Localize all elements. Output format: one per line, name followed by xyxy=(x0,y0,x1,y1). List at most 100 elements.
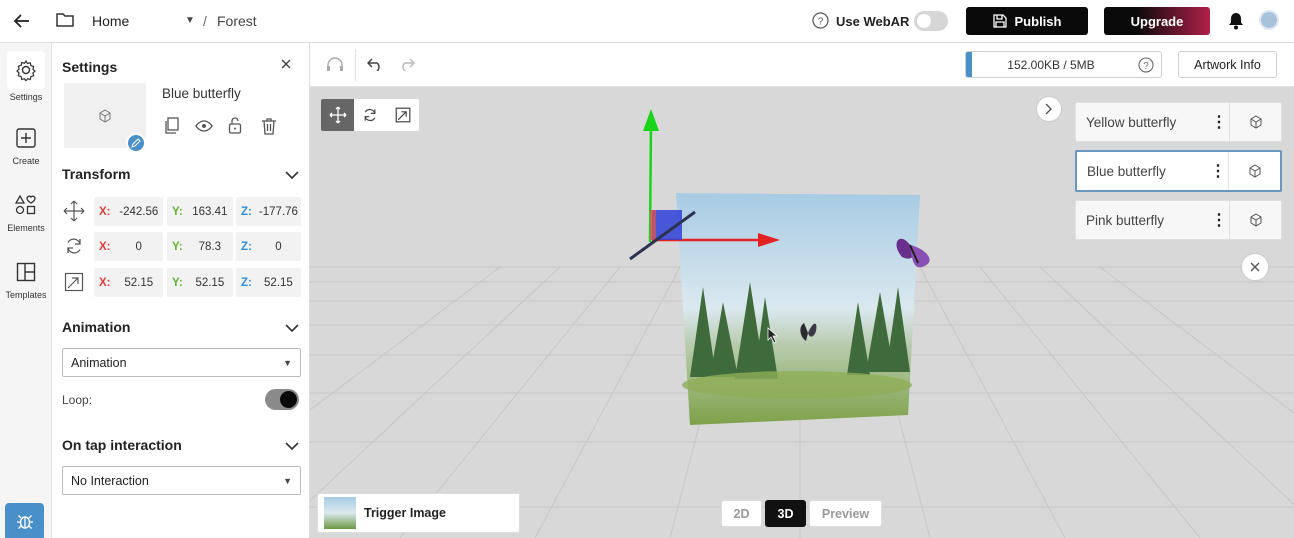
shapes-icon xyxy=(0,194,52,216)
home-link[interactable]: Home xyxy=(92,13,129,29)
move-icon xyxy=(63,200,85,227)
chevron-down-icon[interactable] xyxy=(285,167,299,185)
move-icon xyxy=(329,106,346,124)
scale-x-value: 52.15 xyxy=(124,276,154,289)
upgrade-label: Upgrade xyxy=(1130,13,1184,29)
scale-icon xyxy=(395,107,410,123)
scale-y-value: 52.15 xyxy=(195,276,225,289)
scale-z-value: 52.15 xyxy=(264,276,293,289)
edit-pencil-icon[interactable] xyxy=(126,133,146,153)
position-z-value: -177.76 xyxy=(258,205,298,218)
scale-x-field[interactable]: X: 52.15 xyxy=(94,268,163,297)
rotation-z-field[interactable]: Z: 0 xyxy=(236,232,301,261)
help-icon[interactable]: ? xyxy=(1138,57,1154,77)
cube-icon[interactable] xyxy=(1229,201,1281,239)
chevron-down-icon[interactable] xyxy=(285,320,299,338)
object-thumbnail[interactable] xyxy=(64,83,146,153)
more-vertical-icon[interactable]: ⋮ xyxy=(1208,161,1228,181)
rotate-tool-button[interactable] xyxy=(354,99,386,131)
chevron-right-icon[interactable] xyxy=(1036,96,1062,122)
preview-button[interactable]: Preview xyxy=(809,500,882,527)
mode-2d-button[interactable]: 2D xyxy=(721,500,762,527)
gear-icon xyxy=(7,51,45,89)
undo-icon[interactable] xyxy=(366,57,383,76)
transform-title: Transform xyxy=(62,166,131,182)
more-vertical-icon[interactable]: ⋮ xyxy=(1209,112,1229,132)
axis-y-label: Y: xyxy=(172,205,183,218)
publish-button[interactable]: Publish xyxy=(966,7,1088,35)
axis-y-label: Y: xyxy=(172,276,183,289)
svg-text:?: ? xyxy=(818,17,824,28)
back-arrow-icon[interactable] xyxy=(12,11,32,31)
scale-tool-button[interactable] xyxy=(386,99,419,131)
artwork-info-button[interactable]: Artwork Info xyxy=(1178,51,1277,78)
scene-object-pink-butterfly[interactable]: Pink butterfly ⋮ xyxy=(1075,200,1282,240)
storage-meter: 152.00KB / 5MB ? xyxy=(965,51,1162,78)
trash-icon[interactable] xyxy=(261,117,277,140)
project-name[interactable]: Forest xyxy=(217,13,257,29)
bug-icon[interactable] xyxy=(5,503,44,538)
rotation-x-field[interactable]: X: 0 xyxy=(94,232,163,261)
webar-label: Use WebAR xyxy=(836,14,910,29)
loop-label: Loop: xyxy=(62,393,93,407)
caret-down-icon[interactable]: ▼ xyxy=(185,15,195,26)
help-icon[interactable]: ? xyxy=(812,12,829,29)
trigger-image-chip[interactable]: Trigger Image xyxy=(317,493,520,533)
loop-toggle[interactable] xyxy=(265,389,299,410)
avatar[interactable] xyxy=(1259,10,1279,30)
redo-icon[interactable] xyxy=(399,57,416,76)
scale-z-field[interactable]: Z: 52.15 xyxy=(236,268,301,297)
close-list-button[interactable] xyxy=(1241,253,1269,281)
close-icon[interactable] xyxy=(279,57,293,76)
headphones-icon[interactable] xyxy=(326,56,344,77)
tap-interaction-select-value: No Interaction xyxy=(71,473,149,488)
close-icon xyxy=(1250,262,1260,272)
rail-label-settings: Settings xyxy=(9,92,43,102)
bell-icon[interactable] xyxy=(1228,12,1244,30)
chevron-down-icon[interactable] xyxy=(285,438,299,456)
toggle-knob xyxy=(917,14,931,28)
position-z-field[interactable]: Z: -177.76 xyxy=(236,197,301,226)
tap-interaction-select[interactable]: No Interaction ▼ xyxy=(62,466,301,495)
duplicate-icon[interactable] xyxy=(164,117,180,140)
unlock-icon[interactable] xyxy=(228,117,242,139)
rotation-z-value: 0 xyxy=(275,240,282,253)
upgrade-button[interactable]: Upgrade xyxy=(1104,7,1210,35)
animation-select-value: Animation xyxy=(71,355,127,370)
mode-3d-button[interactable]: 3D xyxy=(765,500,806,527)
rail-label-templates: Templates xyxy=(5,290,47,300)
rail-label-elements: Elements xyxy=(7,223,45,233)
rail-item-settings[interactable]: Settings xyxy=(0,51,52,102)
axis-z-label: Z: xyxy=(241,276,252,289)
axis-x-label: X: xyxy=(99,240,111,253)
plus-square-icon xyxy=(0,127,52,149)
cube-icon xyxy=(99,109,111,123)
move-tool-button[interactable] xyxy=(321,99,354,131)
rail-item-create[interactable]: Create xyxy=(0,127,52,166)
cube-icon[interactable] xyxy=(1228,152,1280,190)
rail-item-elements[interactable]: Elements xyxy=(0,194,52,233)
folder-icon[interactable] xyxy=(55,11,75,29)
top-bar: Home ▼ / Forest ? Use WebAR Publish Upgr… xyxy=(0,0,1294,43)
scale-y-field[interactable]: Y: 52.15 xyxy=(167,268,233,297)
rail-item-templates[interactable]: Templates xyxy=(0,261,52,300)
rotation-y-value: 78.3 xyxy=(198,240,222,253)
eye-icon[interactable] xyxy=(195,119,213,138)
rotation-y-field[interactable]: Y: 78.3 xyxy=(167,232,233,261)
trigger-thumbnail xyxy=(324,497,356,529)
position-x-field[interactable]: X: -242.56 xyxy=(94,197,163,226)
animation-select[interactable]: Animation ▼ xyxy=(62,348,301,377)
scene-object-yellow-butterfly[interactable]: Yellow butterfly ⋮ xyxy=(1075,102,1282,142)
cube-icon[interactable] xyxy=(1229,103,1281,141)
more-vertical-icon[interactable]: ⋮ xyxy=(1209,210,1229,230)
rotate-icon xyxy=(364,108,376,122)
position-y-field[interactable]: Y: 163.41 xyxy=(167,197,233,226)
position-y-value: 163.41 xyxy=(192,205,228,218)
axis-z-label: Z: xyxy=(241,240,252,253)
scene-object-name: Pink butterfly xyxy=(1086,212,1165,228)
settings-panel: Settings Blue butterfly Transform X: -242… xyxy=(52,43,310,538)
left-rail: Settings Create Elements Templates xyxy=(0,43,52,538)
scene-object-blue-butterfly[interactable]: Blue butterfly ⋮ xyxy=(1075,150,1282,192)
axis-x-label: X: xyxy=(99,276,111,289)
webar-toggle[interactable] xyxy=(914,11,948,31)
